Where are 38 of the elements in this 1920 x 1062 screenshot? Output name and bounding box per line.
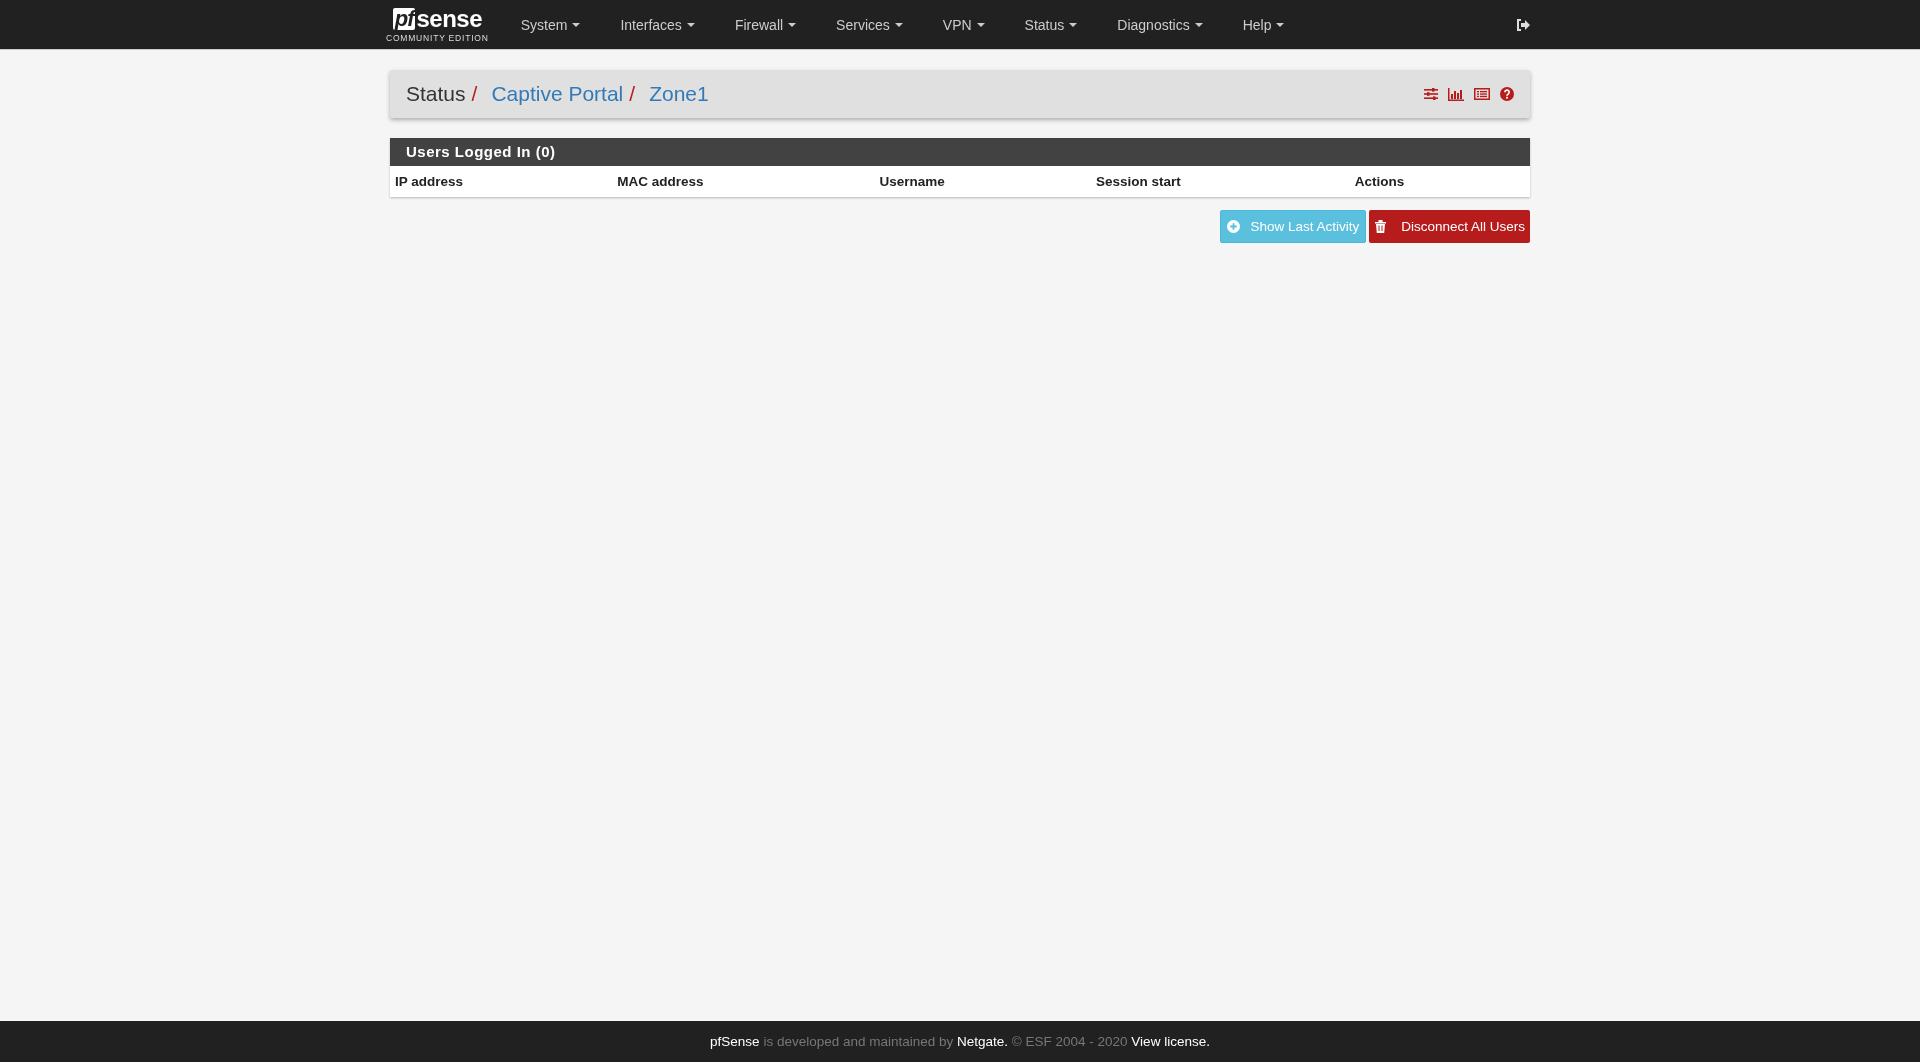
breadcrumb-separator: / [629, 82, 636, 106]
nav-menu-item[interactable]: Firewall [714, 16, 817, 33]
column-header: IP address [394, 173, 465, 191]
panel-title: Users Logged In (0) [390, 138, 1530, 166]
column-header: Username [878, 173, 946, 191]
nav-menu-item[interactable]: Services [816, 16, 923, 33]
bar-chart-icon[interactable] [1448, 87, 1464, 101]
column-header: Actions [1353, 173, 1406, 191]
nav-menu-item[interactable]: VPN [922, 16, 1005, 33]
nav-menu-item[interactable]: Diagnostics [1097, 16, 1223, 33]
caret-icon [686, 22, 695, 27]
caret-icon [976, 22, 985, 27]
caret-icon [1069, 22, 1078, 27]
footer-link[interactable]: Netgate. [957, 1034, 1009, 1049]
logout-icon[interactable] [1516, 18, 1530, 31]
nav-menu-item[interactable]: System [500, 16, 601, 33]
caret-icon [572, 22, 581, 27]
breadcrumb-separator: / [471, 82, 478, 106]
nav-menu-item[interactable]: Help [1222, 16, 1305, 33]
caret-icon [1194, 22, 1203, 27]
caret-icon [894, 22, 903, 27]
caret-icon [1276, 22, 1285, 27]
footer-link[interactable]: View license. [1131, 1034, 1210, 1049]
caret-icon [788, 22, 797, 27]
trash-icon [1375, 220, 1387, 233]
footer-text: pfSense is developed and maintained by Netgate. © ESF 2004 - 2020 View license. [710, 1034, 1210, 1049]
plus-circle-icon [1227, 220, 1241, 233]
list-table-icon[interactable] [1474, 88, 1490, 100]
breadcrumb-text: Status [406, 82, 466, 106]
pfsense-logo[interactable]: pfsense COMMUNITY EDITION [386, 6, 489, 43]
help-icon[interactable] [1500, 87, 1514, 101]
footer-link[interactable]: pfSense [710, 1034, 760, 1049]
column-header: Session start [1095, 173, 1182, 191]
disconnect-all-button[interactable]: Disconnect All Users [1369, 210, 1530, 243]
sliders-icon[interactable] [1424, 88, 1438, 100]
nav-menu-item[interactable]: Interfaces [600, 16, 715, 33]
nav-menu-item[interactable]: Status [1004, 16, 1098, 33]
column-header: MAC address [616, 173, 705, 191]
